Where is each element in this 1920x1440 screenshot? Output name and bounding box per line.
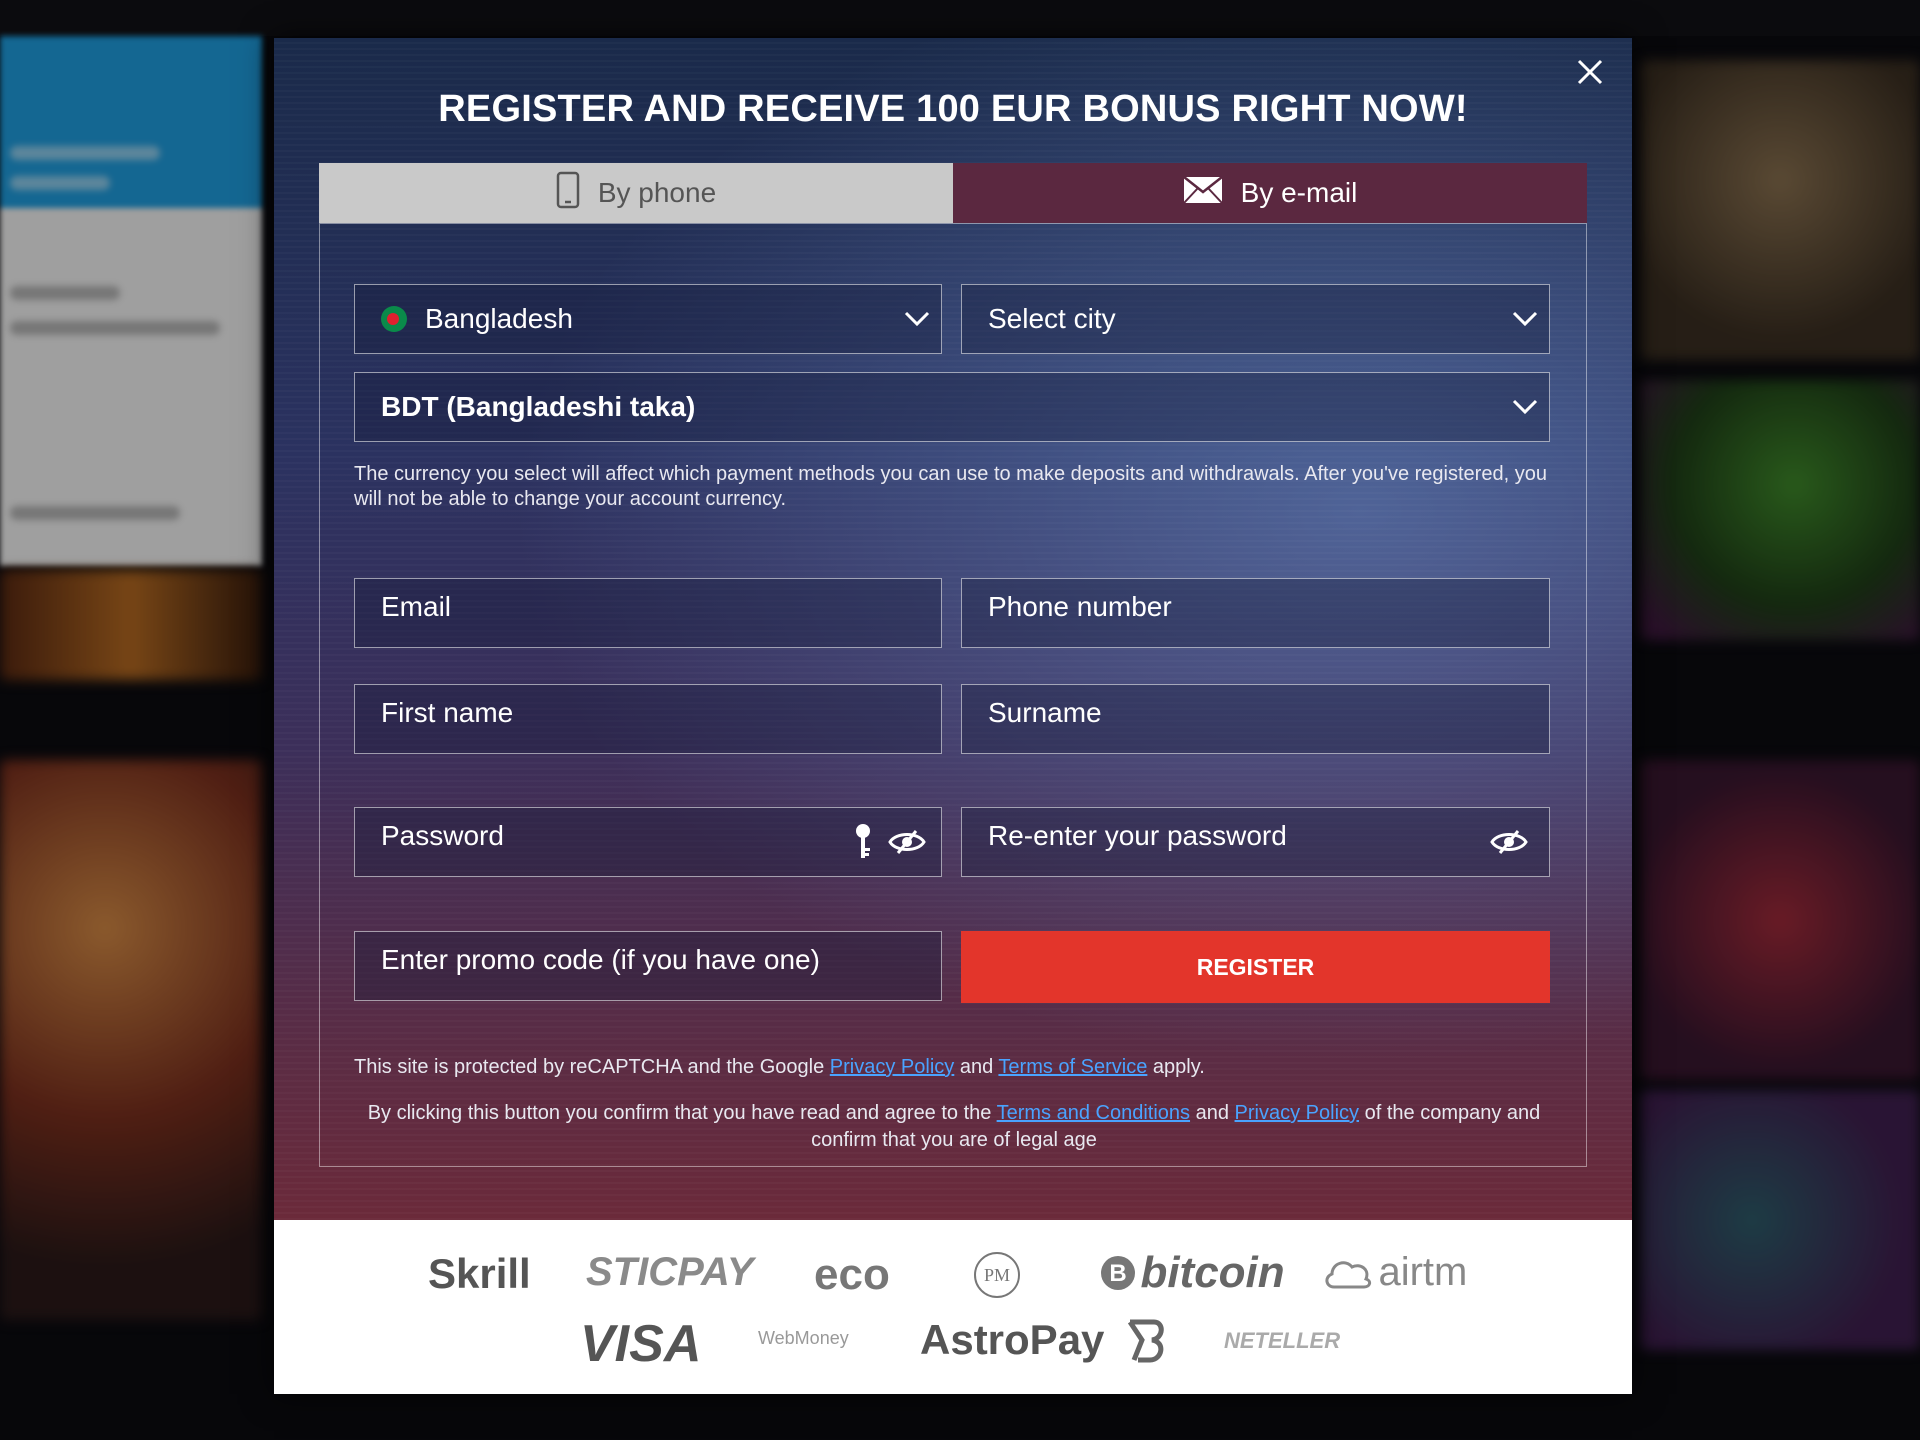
chevron-down-icon: [1501, 399, 1549, 415]
recaptcha-text: This site is protected by reCAPTCHA and …: [354, 1056, 825, 1078]
country-value: Bangladesh: [425, 303, 573, 334]
eye-slash-icon[interactable]: [885, 829, 929, 855]
registration-modal-body: REGISTER AND RECEIVE 100 EUR BONUS RIGHT…: [274, 38, 1632, 1220]
chevron-down-icon: [1501, 311, 1549, 327]
skrill-logo: Skrill: [428, 1250, 531, 1297]
bitcoin-icon: B: [1101, 1256, 1135, 1290]
bitcoin-logo: B bitcoin: [1100, 1248, 1285, 1298]
apply-text: apply.: [1152, 1056, 1205, 1078]
currency-value: BDT (Bangladeshi taka): [381, 391, 696, 422]
consent-notice: By clicking this button you confirm that…: [334, 1100, 1574, 1154]
tab-by-phone-label: By phone: [597, 177, 717, 208]
register-button[interactable]: REGISTER: [961, 931, 1550, 1003]
key-icon[interactable]: [841, 822, 885, 862]
reenter-password-placeholder: Re-enter your password: [988, 820, 1287, 851]
b-logo: [1124, 1318, 1166, 1369]
terms-and-conditions-link[interactable]: Terms and Conditions: [997, 1102, 1190, 1124]
webmoney-logo: WebMoney: [758, 1328, 849, 1348]
privacy-policy-link[interactable]: Privacy Policy: [830, 1056, 954, 1078]
password-placeholder: Password: [381, 820, 504, 851]
promo-code-field[interactable]: Enter promo code (if you have one): [354, 931, 942, 1001]
terms-of-service-link[interactable]: Terms of Service: [998, 1056, 1147, 1078]
phone-icon: [556, 171, 580, 216]
registration-modal: REGISTER AND RECEIVE 100 EUR BONUS RIGHT…: [274, 38, 1632, 1394]
airtm-label: airtm: [1378, 1250, 1468, 1294]
neteller-logo: NETELLER: [1224, 1328, 1341, 1353]
tab-by-email-label: By e-mail: [1240, 177, 1358, 208]
currency-note: The currency you select will affect whic…: [354, 463, 1547, 510]
registration-tabs: By phone By e-mail: [319, 163, 1587, 223]
country-select[interactable]: Bangladesh: [354, 284, 942, 354]
city-placeholder: Select city: [988, 303, 1116, 334]
email-placeholder: Email: [381, 591, 452, 622]
modal-title: REGISTER AND RECEIVE 100 EUR BONUS RIGHT…: [438, 88, 1468, 130]
cloud-icon: [1325, 1260, 1372, 1288]
envelope-icon: [1182, 175, 1223, 211]
privacy-policy-link[interactable]: Privacy Policy: [1235, 1102, 1359, 1124]
astropay-logo: AstroPay: [920, 1316, 1105, 1363]
and-text: and: [959, 1056, 994, 1078]
consent-text: By clicking this button you confirm that…: [367, 1102, 992, 1124]
phone-number-field[interactable]: Phone number: [961, 578, 1550, 648]
ecopayz-logo: eco: [814, 1250, 890, 1299]
surname-field[interactable]: Surname: [961, 684, 1550, 754]
tab-by-phone[interactable]: By phone: [319, 163, 953, 223]
first-name-placeholder: First name: [381, 697, 514, 728]
visa-logo: VISA: [580, 1315, 702, 1373]
airtm-logo: airtm: [1322, 1250, 1467, 1295]
perfect-money-logo: PM: [974, 1252, 1020, 1298]
first-name-field[interactable]: First name: [354, 684, 942, 754]
chevron-down-icon: [893, 311, 941, 327]
city-select[interactable]: Select city: [961, 284, 1550, 354]
eye-slash-icon[interactable]: [1487, 829, 1531, 855]
payment-methods: Skrill STICPAY eco PM B bitcoin airtm VI…: [274, 1220, 1632, 1394]
b-icon: [1127, 1319, 1164, 1363]
bangladesh-flag-icon: [381, 306, 407, 332]
currency-select[interactable]: BDT (Bangladeshi taka): [354, 372, 1550, 442]
svg-text:B: B: [1109, 1260, 1126, 1287]
promo-code-placeholder: Enter promo code (if you have one): [381, 944, 820, 975]
bitcoin-label: bitcoin: [1140, 1248, 1285, 1297]
password-field[interactable]: Password: [354, 807, 942, 877]
reenter-password-field[interactable]: Re-enter your password: [961, 807, 1550, 877]
phone-number-placeholder: Phone number: [988, 591, 1172, 622]
and-text: and: [1195, 1102, 1229, 1124]
sticpay-logo: STICPAY: [586, 1250, 754, 1294]
recaptcha-notice: This site is protected by reCAPTCHA and …: [354, 1056, 1205, 1079]
tab-by-email[interactable]: By e-mail: [953, 163, 1587, 223]
email-field[interactable]: Email: [354, 578, 942, 648]
surname-placeholder: Surname: [988, 697, 1102, 728]
